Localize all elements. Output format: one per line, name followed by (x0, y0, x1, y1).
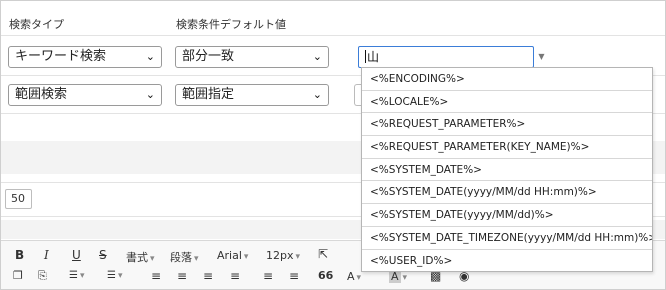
bold-button[interactable]: B (15, 248, 24, 262)
chevron-down-icon: ▾ (295, 252, 301, 262)
chevron-down-icon: ▾ (243, 252, 249, 262)
font-dropdown[interactable]: Arial ▾ (217, 249, 248, 262)
chevron-down-icon: ▾ (194, 254, 199, 264)
chevron-down-icon: ⌄ (145, 88, 155, 101)
dropdown-option[interactable]: <%REQUEST_PARAMETER%> (362, 113, 652, 137)
combo-dropdown-toggle[interactable]: ▼ (534, 47, 549, 67)
dropdown-option[interactable]: <%REQUEST_PARAMETER(KEY_NAME)%> (362, 136, 652, 159)
outdent-icon[interactable]: ≡ (263, 269, 273, 283)
search-type-select-2[interactable]: 範囲検索 ⌄ (8, 84, 162, 106)
chevron-down-icon: ⌄ (312, 88, 322, 101)
match-type-select-1[interactable]: 部分一致 ⌄ (175, 46, 329, 68)
dropdown-option[interactable]: <%SYSTEM_DATE(yyyy/MM/dd)%> (362, 204, 652, 227)
format-dropdown[interactable]: 書式 ▾ (126, 249, 155, 265)
italic-button[interactable]: I (44, 248, 49, 262)
match-type-select-2[interactable]: 範囲指定 ⌄ (175, 84, 329, 106)
default-value-dropdown: <%ENCODING%> <%LOCALE%> <%REQUEST_PARAMETE… (361, 67, 653, 272)
strikethrough-button[interactable]: S (99, 248, 107, 262)
blockquote-button[interactable]: 66 (318, 269, 333, 282)
text-caret (365, 50, 366, 63)
align-center-icon[interactable]: ≡ (177, 269, 187, 283)
text-color-icon: A (347, 270, 355, 283)
search-type-select-2-value: 範囲検索 (15, 87, 68, 102)
align-right-icon[interactable]: ≡ (203, 269, 213, 283)
search-type-select-1[interactable]: キーワード検索 ⌄ (8, 46, 162, 68)
match-type-select-1-value: 部分一致 (182, 49, 235, 64)
chevron-down-icon: ▾ (150, 254, 155, 264)
chevron-down-icon: ▾ (356, 273, 362, 283)
font-size-dropdown[interactable]: 12px ▾ (266, 249, 300, 262)
default-value-input-text: 山 (367, 50, 380, 64)
align-left-icon[interactable]: ≡ (151, 269, 161, 283)
dropdown-option[interactable]: <%SYSTEM_DATE_TIMEZONE(yyyy/MM/dd HH:mm)… (362, 227, 652, 250)
default-value-input[interactable]: 山 (358, 46, 534, 68)
copy-icon[interactable]: ❐ (13, 269, 23, 282)
text-color-dropdown[interactable]: A ▾ (347, 270, 361, 283)
underline-button[interactable]: U (72, 248, 81, 262)
bullet-list-icon[interactable]: ☰ ▾ (69, 270, 85, 281)
page-size-input[interactable]: 50 (5, 189, 32, 209)
format-label: 書式 (126, 251, 148, 264)
indent-icon[interactable]: ≡ (289, 269, 299, 283)
dropdown-option[interactable]: <%USER_ID%> (362, 250, 652, 273)
chevron-down-icon: ⌄ (312, 50, 322, 63)
font-label: Arial (217, 249, 242, 262)
paste-icon[interactable]: ⎘ (38, 269, 47, 283)
dropdown-option[interactable]: <%SYSTEM_DATE(yyyy/MM/dd HH:mm)%> (362, 181, 652, 205)
chevron-down-icon: ⌄ (145, 50, 155, 63)
paragraph-dropdown[interactable]: 段落 ▾ (170, 249, 199, 265)
chevron-down-icon: ▾ (402, 273, 408, 283)
paragraph-label: 段落 (170, 251, 192, 264)
numbered-list-icon[interactable]: ☰ ▾ (107, 270, 123, 281)
dropdown-option[interactable]: <%LOCALE%> (362, 91, 652, 114)
header-divider (1, 35, 665, 36)
font-size-label: 12px (266, 249, 294, 262)
align-justify-icon[interactable]: ≡ (230, 269, 240, 283)
dropdown-option[interactable]: <%ENCODING%> (362, 68, 652, 91)
dropdown-option[interactable]: <%SYSTEM_DATE%> (362, 159, 652, 182)
header-default-value: 検索条件デフォルト値 (176, 18, 286, 31)
header-search-type: 検索タイプ (9, 18, 64, 31)
maximize-icon[interactable]: ⇱ (318, 247, 328, 261)
search-type-select-1-value: キーワード検索 (15, 49, 107, 64)
match-type-select-2-value: 範囲指定 (182, 87, 235, 102)
